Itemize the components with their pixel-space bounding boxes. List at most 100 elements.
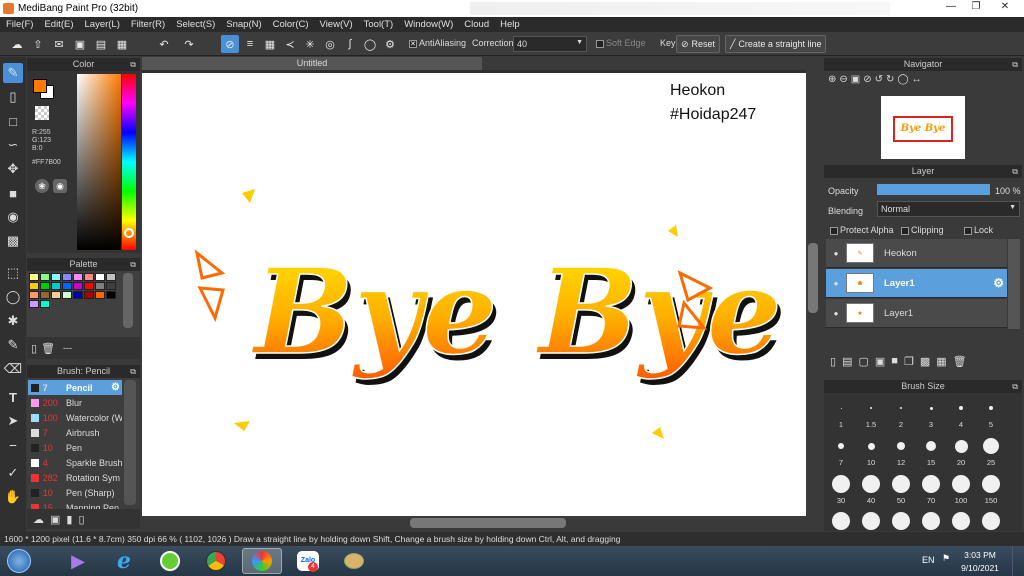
visual-studio-icon[interactable]: ▶ [58, 548, 98, 574]
brush-size-preset[interactable]: 10 [856, 436, 886, 467]
document-icon[interactable]: ▤ [92, 35, 110, 53]
menu-tool[interactable]: Tool(T) [364, 19, 394, 30]
brush-size-preset[interactable]: 15 [916, 436, 946, 467]
brush-size-preset[interactable]: 50 [886, 474, 916, 505]
brush-item[interactable]: 200 Blur [28, 395, 122, 410]
lock-checkbox[interactable] [964, 226, 972, 235]
layer-row-selected[interactable]: ● ❀ Layer1 ⚙ [826, 269, 1007, 298]
redo-icon[interactable]: ↷ [180, 35, 198, 53]
brush-tool-icon[interactable]: ✎ [3, 63, 23, 83]
palette-swatch[interactable] [51, 273, 61, 281]
reset-button[interactable]: ⊘ Reset [676, 35, 721, 53]
menu-cloud[interactable]: Cloud [464, 19, 489, 30]
brush-size-preset[interactable]: 40 [856, 474, 886, 505]
hand-tool-icon[interactable]: ✋ [3, 487, 23, 507]
rotate-right-icon[interactable]: ↻ [886, 74, 894, 85]
brush-size-preset[interactable]: 20 [946, 436, 976, 467]
palette-swatch[interactable] [40, 291, 50, 299]
zoom-out-icon[interactable]: ⊖ [839, 74, 847, 85]
brush-item[interactable]: 100 Watercolor (W [28, 410, 122, 425]
brush-trash-icon[interactable]: ▯ [78, 513, 84, 526]
brush-size-dot[interactable] [832, 512, 850, 530]
paint-palette-icon[interactable] [334, 548, 374, 574]
brush-size-preset[interactable]: 100 [946, 474, 976, 505]
text-tool-icon[interactable]: T [3, 387, 23, 407]
palette-swatch[interactable] [62, 273, 72, 281]
brush-size-dot[interactable] [982, 512, 1000, 530]
select-eraser-tool-icon[interactable]: ⌫ [3, 359, 23, 379]
palette-swatch[interactable] [73, 282, 83, 290]
layer-settings-gear-icon[interactable]: ⚙ [993, 276, 1004, 290]
palette-swatch[interactable] [95, 282, 105, 290]
create-straight-line-button[interactable]: ╱ Create a straight line [725, 35, 827, 53]
palette-swatch[interactable] [29, 273, 39, 281]
layer-row[interactable]: ● ★ Layer1 [826, 299, 1007, 328]
flag-icon[interactable]: ⚑ [942, 553, 950, 564]
brush-cloud-icon[interactable]: ☁ [33, 513, 44, 526]
duplicate-layer-icon[interactable]: ❐ [904, 355, 914, 368]
minimize-button[interactable]: — [940, 1, 962, 15]
palette-swatch[interactable] [106, 291, 116, 299]
brush-size-preset[interactable]: 12 [886, 436, 916, 467]
palette-swatch[interactable] [40, 282, 50, 290]
start-button[interactable] [2, 548, 36, 574]
palette-swatch[interactable] [73, 291, 83, 299]
dot-tool-icon[interactable]: □ [3, 111, 23, 131]
menu-view[interactable]: View(V) [320, 19, 353, 30]
shape-tool-icon[interactable]: ■ [3, 183, 23, 203]
fit-icon[interactable]: ▣ [851, 74, 860, 85]
palette-swatch[interactable] [62, 291, 72, 299]
menu-help[interactable]: Help [500, 19, 520, 30]
parallel-snap-icon[interactable]: ≡ [241, 35, 259, 53]
zoom-reset-icon[interactable]: ⊘ [863, 74, 871, 85]
brush-size-preset[interactable]: 5 [976, 398, 1006, 429]
brush-size-dot[interactable] [862, 512, 880, 530]
palette-swatch[interactable] [51, 282, 61, 290]
palette-swatch[interactable] [29, 300, 39, 308]
brush-size-dot[interactable] [922, 512, 940, 530]
show-desktop-button[interactable] [1012, 546, 1024, 576]
restore-button[interactable]: ❐ [965, 1, 987, 15]
clipping-option[interactable]: Clipping [901, 225, 944, 235]
clipping-checkbox[interactable] [901, 226, 909, 235]
magic-wand-tool-icon[interactable]: ✱ [3, 311, 23, 331]
palette-swatch[interactable] [29, 282, 39, 290]
add-layer-menu-icon[interactable]: ▣ [875, 355, 885, 368]
hue-slider[interactable] [122, 74, 136, 250]
brush-size-preset[interactable]: 25 [976, 436, 1006, 467]
hue-handle[interactable] [124, 228, 134, 238]
brush-size-preset[interactable]: 30 [826, 474, 856, 505]
vertical-scroll-thumb[interactable] [808, 243, 818, 313]
palette-swatch[interactable] [84, 273, 94, 281]
brush-settings-icon[interactable]: ▮ [66, 513, 72, 526]
transparent-swatch[interactable] [35, 106, 49, 120]
eyedropper-tool-icon[interactable]: ✓ [3, 463, 23, 483]
brush-size-preset[interactable]: 150 [976, 474, 1006, 505]
input-language[interactable]: EN [922, 555, 935, 565]
visibility-icon[interactable]: ● [826, 279, 846, 288]
menu-snap[interactable]: Snap(N) [226, 19, 261, 30]
navigator-thumbnail[interactable]: Bye Bye [881, 96, 965, 159]
palette-swatch[interactable] [62, 282, 72, 290]
blending-dropdown[interactable]: Normal ▼ [877, 201, 1020, 217]
chrome-icon[interactable] [196, 548, 236, 574]
snap-off-icon[interactable]: ⊘ [221, 35, 239, 53]
brush-settings-gear-icon[interactable]: ⚙ [111, 382, 120, 393]
palette-swatch[interactable] [95, 291, 105, 299]
brush-item[interactable]: 4 Sparkle Brush [28, 455, 122, 470]
new-palette-icon[interactable]: ▯ [31, 342, 37, 355]
panel-float-icon[interactable]: ⧉ [130, 58, 136, 71]
comment-icon[interactable]: ✉ [50, 35, 68, 53]
layer-scrollbar[interactable] [1008, 239, 1020, 329]
clock[interactable]: 3:03 PM 9/10/2021 [955, 550, 1005, 573]
saturation-value-picker[interactable] [77, 74, 121, 250]
brush-scrollbar[interactable] [124, 380, 136, 505]
palette-swatch[interactable] [84, 282, 94, 290]
document-canvas[interactable]: Heokon #Hoidap247 Bye Bye Bye Bye [142, 73, 806, 516]
operation-tool-icon[interactable]: ➤ [3, 411, 23, 431]
new-halftone-layer-icon[interactable]: ▤ [842, 355, 852, 368]
move-tool-icon[interactable]: ✥ [3, 159, 23, 179]
delete-layer-icon[interactable]: 🗑 [953, 355, 967, 368]
add-brush-icon[interactable]: ▣ [50, 513, 60, 526]
fill-tool-icon[interactable]: ◉ [3, 207, 23, 227]
